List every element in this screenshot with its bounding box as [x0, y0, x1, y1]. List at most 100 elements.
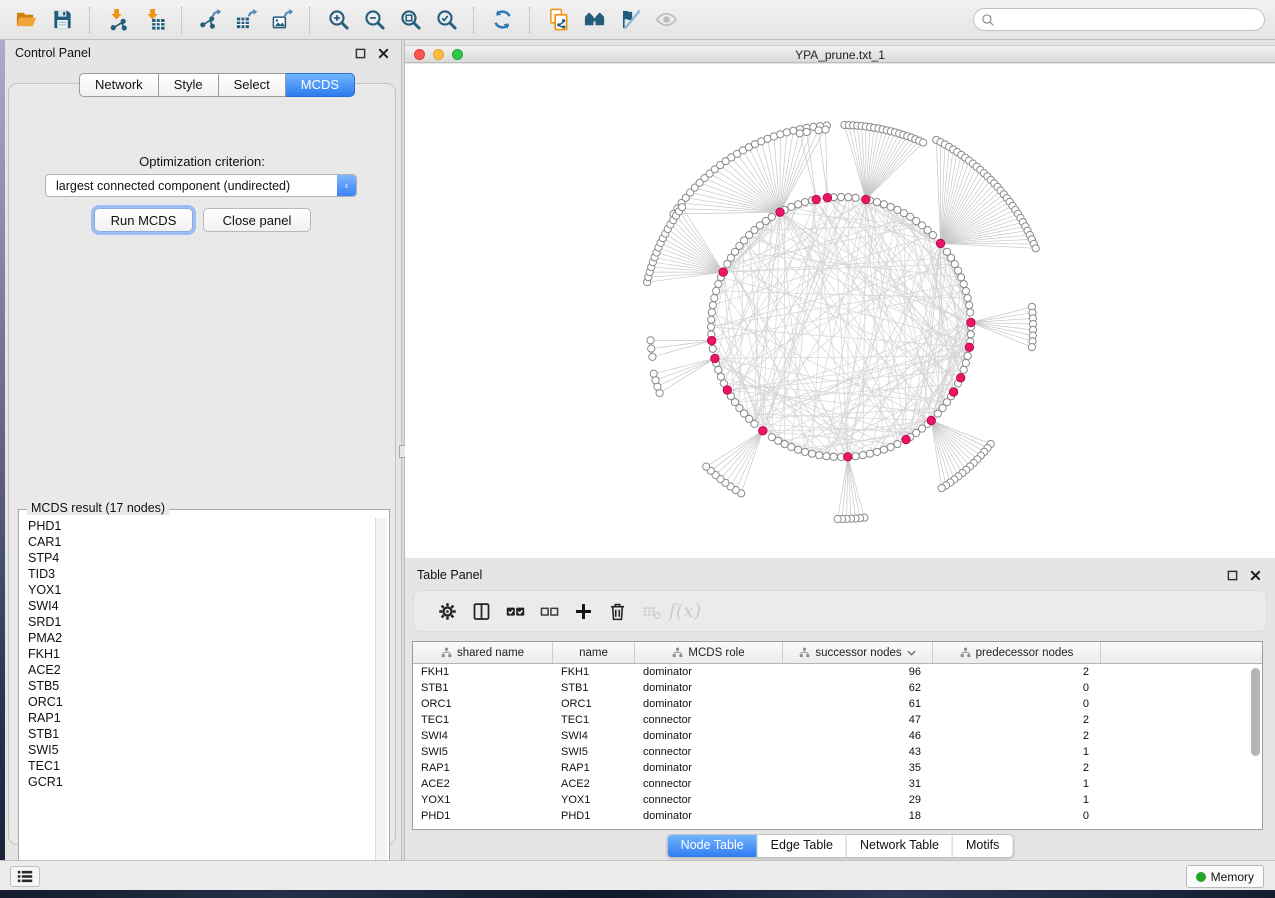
mcds-result-item[interactable]: ORC1: [21, 694, 375, 710]
table-cell[interactable]: SWI5: [553, 746, 635, 758]
table-cell[interactable]: 2: [933, 730, 1101, 742]
task-history-button[interactable]: [10, 866, 40, 887]
close-table-panel-icon[interactable]: [1247, 567, 1263, 583]
import-table-button[interactable]: [136, 4, 172, 36]
zoom-fit-button[interactable]: [392, 4, 428, 36]
gear-button[interactable]: [430, 596, 464, 626]
hide-details-button[interactable]: [612, 4, 648, 36]
table-cell[interactable]: 0: [933, 698, 1101, 710]
mcds-result-item[interactable]: RAP1: [21, 710, 375, 726]
table-row[interactable]: RAP1RAP1dominator352: [413, 760, 1262, 776]
mcds-result-item[interactable]: GCR1: [21, 774, 375, 790]
table-scrollbar[interactable]: [1251, 666, 1260, 824]
tab-network-table[interactable]: Network Table: [846, 835, 952, 857]
table-row[interactable]: ACE2ACE2connector311: [413, 776, 1262, 792]
mcds-result-item[interactable]: PMA2: [21, 630, 375, 646]
mcds-result-item[interactable]: STP4: [21, 550, 375, 566]
columns-button[interactable]: [464, 596, 498, 626]
table-cell[interactable]: 18: [783, 810, 933, 822]
table-cell[interactable]: SWI5: [413, 746, 553, 758]
close-panel-button[interactable]: Close panel: [203, 208, 311, 232]
tab-network[interactable]: Network: [79, 73, 159, 97]
table-cell[interactable]: PHD1: [553, 810, 635, 822]
search-box[interactable]: [973, 8, 1265, 31]
table-cell[interactable]: TEC1: [413, 714, 553, 726]
mcds-result-item[interactable]: STB1: [21, 726, 375, 742]
table-cell[interactable]: FKH1: [553, 666, 635, 678]
mcds-result-item[interactable]: CAR1: [21, 534, 375, 550]
table-row[interactable]: SWI5SWI5connector431: [413, 744, 1262, 760]
memory-button[interactable]: Memory: [1186, 865, 1264, 888]
deselect-all-button[interactable]: [532, 596, 566, 626]
mcds-result-item[interactable]: PHD1: [21, 518, 375, 534]
column-header-successor-nodes[interactable]: successor nodes: [783, 642, 933, 663]
table-cell[interactable]: 62: [783, 682, 933, 694]
table-row[interactable]: ORC1ORC1dominator610: [413, 696, 1262, 712]
table-cell[interactable]: 0: [933, 682, 1101, 694]
mcds-result-item[interactable]: FKH1: [21, 646, 375, 662]
table-cell[interactable]: ORC1: [553, 698, 635, 710]
table-cell[interactable]: 46: [783, 730, 933, 742]
table-cell[interactable]: ORC1: [413, 698, 553, 710]
table-cell[interactable]: dominator: [635, 762, 783, 774]
export-table-button[interactable]: [228, 4, 264, 36]
zoom-selected-button[interactable]: [428, 4, 464, 36]
table-cell[interactable]: SWI4: [553, 730, 635, 742]
table-cell[interactable]: 31: [783, 778, 933, 790]
binoculars-button[interactable]: [576, 4, 612, 36]
table-cell[interactable]: connector: [635, 746, 783, 758]
table-cell[interactable]: 43: [783, 746, 933, 758]
table-cell[interactable]: TEC1: [553, 714, 635, 726]
criterion-select[interactable]: largest connected component (undirected): [45, 174, 357, 197]
table-row[interactable]: STB1STB1dominator620: [413, 680, 1262, 696]
column-header-predecessor-nodes[interactable]: predecessor nodes: [933, 642, 1101, 663]
mcds-result-item[interactable]: ACE2: [21, 662, 375, 678]
table-cell[interactable]: 2: [933, 714, 1101, 726]
table-scrollbar-thumb[interactable]: [1251, 668, 1260, 756]
table-cell[interactable]: 47: [783, 714, 933, 726]
table-row[interactable]: FKH1FKH1dominator962: [413, 664, 1262, 680]
tab-style[interactable]: Style: [159, 73, 219, 97]
search-input[interactable]: [995, 10, 1264, 30]
mcds-result-item[interactable]: SWI4: [21, 598, 375, 614]
table-cell[interactable]: STB1: [553, 682, 635, 694]
export-image-button[interactable]: [264, 4, 300, 36]
table-cell[interactable]: connector: [635, 714, 783, 726]
table-cell[interactable]: 61: [783, 698, 933, 710]
zoom-out-button[interactable]: [356, 4, 392, 36]
network-canvas[interactable]: [405, 64, 1275, 558]
save-button[interactable]: [44, 4, 80, 36]
mcds-result-item[interactable]: SRD1: [21, 614, 375, 630]
table-cell[interactable]: dominator: [635, 730, 783, 742]
table-cell[interactable]: dominator: [635, 682, 783, 694]
column-header-name[interactable]: name: [553, 642, 635, 663]
table-cell[interactable]: dominator: [635, 666, 783, 678]
tab-node-table[interactable]: Node Table: [668, 835, 757, 857]
mcds-list-scrollbar[interactable]: [375, 518, 387, 878]
mcds-result-item[interactable]: SWI5: [21, 742, 375, 758]
table-cell[interactable]: YOX1: [413, 794, 553, 806]
table-cell[interactable]: SWI4: [413, 730, 553, 742]
clone-network-button[interactable]: [540, 4, 576, 36]
table-cell[interactable]: dominator: [635, 698, 783, 710]
table-cell[interactable]: 2: [933, 666, 1101, 678]
tab-motifs[interactable]: Motifs: [952, 835, 1012, 857]
mcds-result-item[interactable]: TEC1: [21, 758, 375, 774]
table-cell[interactable]: connector: [635, 794, 783, 806]
table-row[interactable]: PHD1PHD1dominator180: [413, 808, 1262, 824]
tab-edge-table[interactable]: Edge Table: [757, 835, 846, 857]
table-cell[interactable]: RAP1: [553, 762, 635, 774]
table-cell[interactable]: STB1: [413, 682, 553, 694]
table-cell[interactable]: 96: [783, 666, 933, 678]
table-cell[interactable]: ACE2: [553, 778, 635, 790]
table-cell[interactable]: RAP1: [413, 762, 553, 774]
float-panel-icon[interactable]: [352, 45, 368, 61]
table-cell[interactable]: 2: [933, 762, 1101, 774]
table-row[interactable]: TEC1TEC1connector472: [413, 712, 1262, 728]
column-header-shared-name[interactable]: shared name: [413, 642, 553, 663]
refresh-button[interactable]: [484, 4, 520, 36]
select-all-button[interactable]: [498, 596, 532, 626]
open-folder-button[interactable]: [8, 4, 44, 36]
table-cell[interactable]: 0: [933, 810, 1101, 822]
table-cell[interactable]: 35: [783, 762, 933, 774]
